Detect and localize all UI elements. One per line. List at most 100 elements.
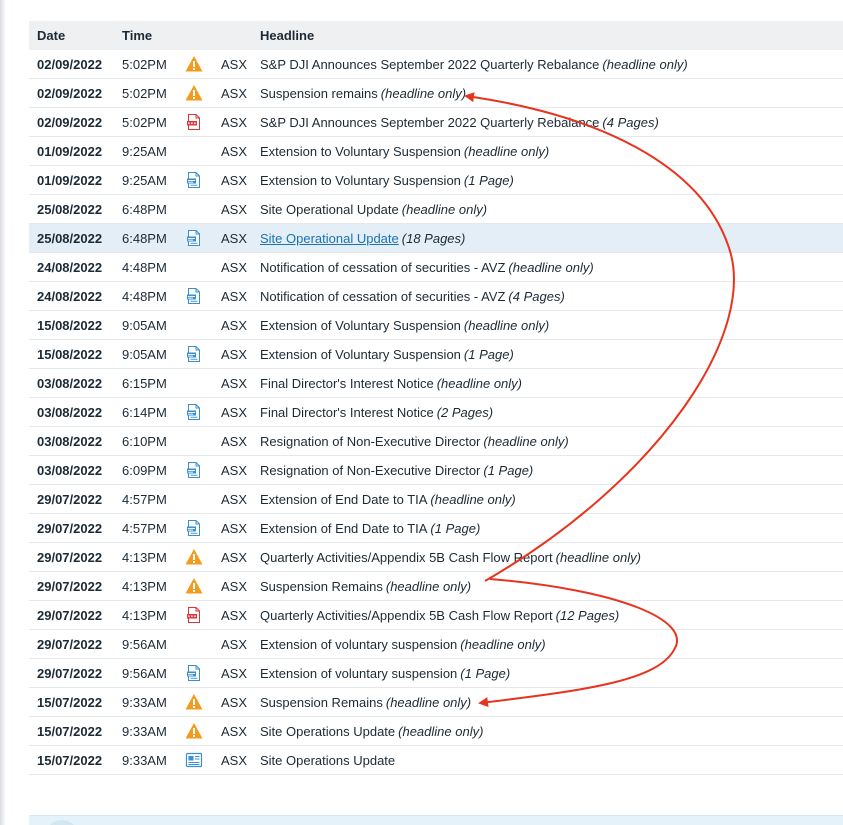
table-row[interactable]: 01/09/2022 9:25AM ASX Extension to Voluntar… [29,136,843,166]
row-headline[interactable]: Site Operational Update [260,231,399,246]
row-headline[interactable]: Resignation of Non-Executive Director [260,463,480,478]
announcements-page: Date Time Headline 02/09/2022 5:02PM ASX S&… [0,0,843,825]
table-row[interactable]: 25/08/2022 6:48PM ASX Site Operational Upda… [29,223,843,253]
row-headline[interactable]: Suspension Remains [260,695,383,710]
row-headline[interactable]: S&P DJI Announces September 2022 Quarter… [260,115,599,130]
row-date: 02/09/2022 [29,107,122,137]
row-headline-cell: Site Operational Update (headline only) [260,194,843,224]
row-headline[interactable]: Extension of voluntary suspension [260,666,457,681]
table-row[interactable]: 24/08/2022 4:48PM ASX Notification of cessa… [29,281,843,311]
row-headline[interactable]: Extension of End Date to TIA [260,521,427,536]
row-headline[interactable]: Extension of voluntary suspension [260,637,457,652]
table-row[interactable]: 03/08/2022 6:14PM ASX Final Director's Inte… [29,397,843,427]
document-icon[interactable] [185,519,203,537]
row-exchange: ASX [221,368,260,398]
row-exchange: ASX [221,136,260,166]
row-headline[interactable]: Notification of cessation of securities … [260,260,505,275]
table-row[interactable]: 02/09/2022 5:02PM ASX S&P DJI Announces Sep… [29,50,843,79]
row-time: 9:25AM [122,165,184,195]
row-headline-cell: Suspension Remains (headline only) [260,571,843,601]
row-exchange: ASX [221,78,260,108]
table-row[interactable]: 29/07/2022 4:57PM ASX Extension of End Date… [29,484,843,514]
row-time: 5:02PM [122,107,184,137]
document-icon[interactable] [185,403,203,421]
column-header-time[interactable]: Time [122,21,184,50]
row-icon-cell [184,745,221,775]
row-date: 29/07/2022 [29,629,122,659]
row-headline[interactable]: Extension to Voluntary Suspension [260,144,461,159]
document-icon[interactable] [185,664,203,682]
column-header-headline[interactable]: Headline [260,21,843,50]
table-row[interactable]: 15/08/2022 9:05AM ASX Extension of Voluntar… [29,339,843,369]
row-date: 15/07/2022 [29,745,122,775]
document-icon[interactable] [185,461,203,479]
row-icon-cell [184,426,221,456]
table-row[interactable]: 15/07/2022 9:33AM ASX Suspension Remains (he… [29,687,843,717]
row-time: 9:33AM [122,687,184,717]
row-headline[interactable]: Notification of cessation of securities … [260,289,505,304]
row-headline-note: (headline only) [436,375,522,391]
row-time: 9:56AM [122,658,184,688]
table-row[interactable]: 01/09/2022 9:25AM ASX Extension to Voluntar… [29,165,843,195]
table-row[interactable]: 03/08/2022 6:15PM ASX Final Director's Inte… [29,368,843,398]
row-date: 29/07/2022 [29,600,122,630]
document-icon[interactable] [185,287,203,305]
table-row[interactable]: 29/07/2022 9:56AM ASX Extension of voluntar… [29,658,843,688]
document-icon[interactable] [185,229,203,247]
row-headline[interactable]: Site Operational Update [260,202,399,217]
table-row[interactable]: 24/08/2022 4:48PM ASX Notification of cessa… [29,252,843,282]
column-header-date[interactable]: Date [29,21,122,50]
document-icon[interactable] [185,171,203,189]
row-headline-cell: Suspension Remains (headline only) [260,687,843,717]
row-icon-cell [184,716,221,746]
row-headline[interactable]: Final Director's Interest Notice [260,405,434,420]
row-headline[interactable]: Extension of End Date to TIA [260,492,427,507]
row-icon-cell [184,310,221,340]
document-icon[interactable] [185,345,203,363]
pdf-icon[interactable] [185,113,203,131]
table-row[interactable]: 03/08/2022 6:10PM ASX Resignation of Non-Ex… [29,426,843,456]
row-headline-note: (headline only) [380,85,467,101]
table-row[interactable]: 29/07/2022 4:13PM ASX Quarterly Activities/… [29,542,843,572]
row-date: 15/07/2022 [29,687,122,717]
row-headline[interactable]: Resignation of Non-Executive Director [260,434,480,449]
row-headline[interactable]: Suspension remains [260,86,378,101]
table-row[interactable]: 03/08/2022 6:09PM ASX Resignation of Non-Ex… [29,455,843,485]
row-time: 6:09PM [122,455,184,485]
row-headline-cell: S&P DJI Announces September 2022 Quarter… [260,107,843,137]
row-headline[interactable]: Quarterly Activities/Appendix 5B Cash Fl… [260,608,553,623]
row-date: 02/09/2022 [29,50,122,79]
row-headline[interactable]: Extension to Voluntary Suspension [260,173,461,188]
row-exchange: ASX [221,455,260,485]
row-headline[interactable]: Final Director's Interest Notice [260,376,434,391]
row-headline[interactable]: Suspension Remains [260,579,383,594]
announcements-table: Date Time Headline 02/09/2022 5:02PM ASX S&… [29,21,843,775]
row-headline[interactable]: Extension of Voluntary Suspension [260,347,461,362]
newspaper-icon[interactable] [185,751,203,769]
table-row[interactable]: 29/07/2022 9:56AM ASX Extension of voluntar… [29,629,843,659]
table-row[interactable]: 02/09/2022 5:02PM ASX S&P DJI Announces Sep… [29,107,843,137]
pdf-icon[interactable] [185,606,203,624]
table-row[interactable]: 29/07/2022 4:13PM ASX Quarterly Activities/… [29,600,843,630]
table-row[interactable]: 25/08/2022 6:48PM ASX Site Operational Upda… [29,194,843,224]
table-row[interactable]: 29/07/2022 4:13PM ASX Suspension Remains (he… [29,571,843,601]
table-row[interactable]: 15/07/2022 9:33AM ASX Site Operations Updat… [29,716,843,746]
row-headline[interactable]: Quarterly Activities/Appendix 5B Cash Fl… [260,550,553,565]
row-icon-cell [184,194,221,224]
row-headline[interactable]: S&P DJI Announces September 2022 Quarter… [260,57,599,72]
table-row[interactable]: 15/07/2022 9:33AM ASX Site Operations Updat… [29,745,843,775]
row-icon-cell [184,165,221,195]
table-row[interactable]: 29/07/2022 4:57PM ASX Extension of End Date… [29,513,843,543]
row-icon-cell [184,629,221,659]
row-headline-note: (1 Page) [460,665,511,681]
row-exchange: ASX [221,629,260,659]
table-row[interactable]: 15/08/2022 9:05AM ASX Extension of Voluntar… [29,310,843,340]
row-headline[interactable]: Extension of Voluntary Suspension [260,318,461,333]
row-headline-note: (headline only) [508,259,594,275]
row-headline[interactable]: Site Operations Update [260,753,395,768]
row-headline[interactable]: Site Operations Update [260,724,395,739]
table-row[interactable]: 02/09/2022 5:02PM ASX Suspension remains (he… [29,78,843,108]
row-date: 29/07/2022 [29,658,122,688]
row-headline-note: (1 Page) [483,462,534,478]
row-time: 6:10PM [122,426,184,456]
